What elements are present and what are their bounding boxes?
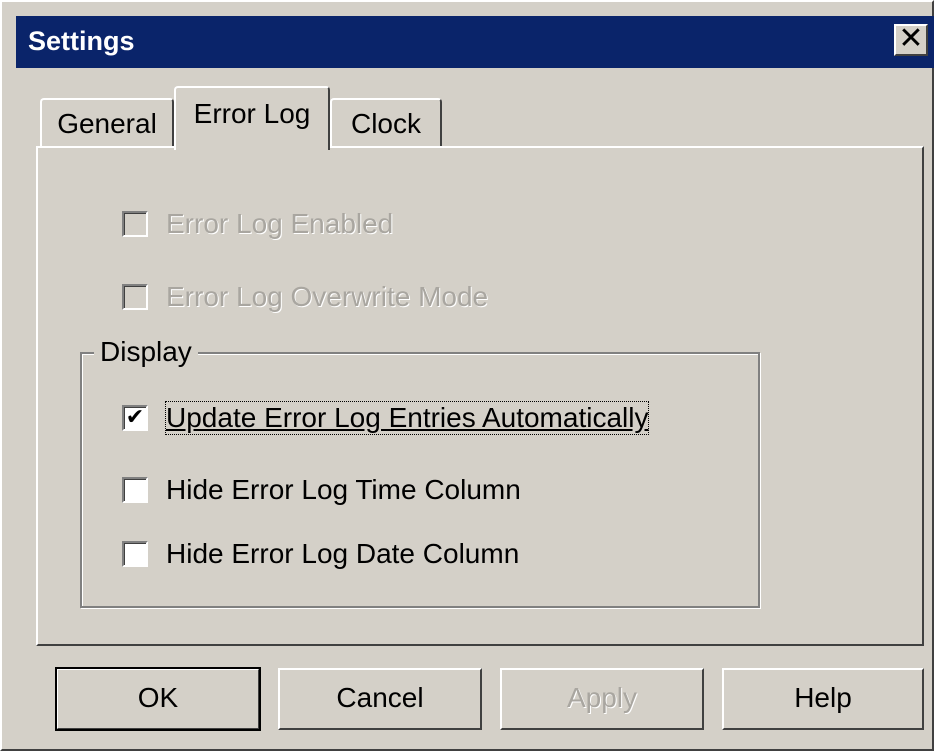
hide-time-column-checkbox[interactable] <box>122 477 148 503</box>
tab-clock[interactable]: Clock <box>330 98 442 148</box>
hide-time-column-option[interactable]: Hide Error Log Time Column <box>122 474 521 506</box>
tab-clock-label: Clock <box>350 108 421 139</box>
error-log-overwrite-checkbox <box>122 284 148 310</box>
apply-button: Apply <box>500 668 704 730</box>
ok-button-label: OK <box>137 682 179 713</box>
update-entries-option[interactable]: ✔ Update Error Log Entries Automatically <box>122 401 650 435</box>
apply-button-label: Apply <box>566 682 638 713</box>
hide-date-column-option[interactable]: Hide Error Log Date Column <box>122 538 519 570</box>
close-button[interactable]: ✕ <box>894 24 928 56</box>
tab-error-log-label: Error Log <box>193 98 311 129</box>
hide-date-column-checkbox[interactable] <box>122 541 148 567</box>
error-log-enabled-checkbox <box>122 211 148 237</box>
settings-dialog: Settings ✕ General Error Log Clock Error… <box>0 0 934 751</box>
tab-panel-error-log: Error Log Enabled Error Log Overwrite Mo… <box>36 146 924 646</box>
update-entries-label[interactable]: Update Error Log Entries Automatically <box>164 401 650 435</box>
tab-general-label: General <box>57 108 157 139</box>
checkmark-icon: ✔ <box>125 404 145 429</box>
close-icon: ✕ <box>898 22 924 55</box>
hide-time-column-label[interactable]: Hide Error Log Time Column <box>166 474 521 506</box>
error-log-overwrite-label: Error Log Overwrite Mode <box>166 281 489 312</box>
cancel-button[interactable]: Cancel <box>278 668 482 730</box>
error-log-overwrite-option: Error Log Overwrite Mode <box>122 281 488 313</box>
update-entries-checkbox[interactable]: ✔ <box>122 405 148 431</box>
tab-general[interactable]: General <box>40 98 174 148</box>
ok-button[interactable]: OK <box>55 667 261 731</box>
display-group-title: Display <box>94 336 198 368</box>
help-button-label: Help <box>794 682 852 713</box>
window-title: Settings <box>28 26 135 56</box>
hide-date-column-label[interactable]: Hide Error Log Date Column <box>166 538 519 570</box>
tab-error-log[interactable]: Error Log <box>174 86 330 150</box>
error-log-enabled-label: Error Log Enabled <box>166 208 394 239</box>
error-log-enabled-option: Error Log Enabled <box>122 208 393 240</box>
help-button[interactable]: Help <box>722 668 924 730</box>
cancel-button-label: Cancel <box>336 682 424 713</box>
title-bar[interactable]: Settings ✕ <box>16 16 934 68</box>
